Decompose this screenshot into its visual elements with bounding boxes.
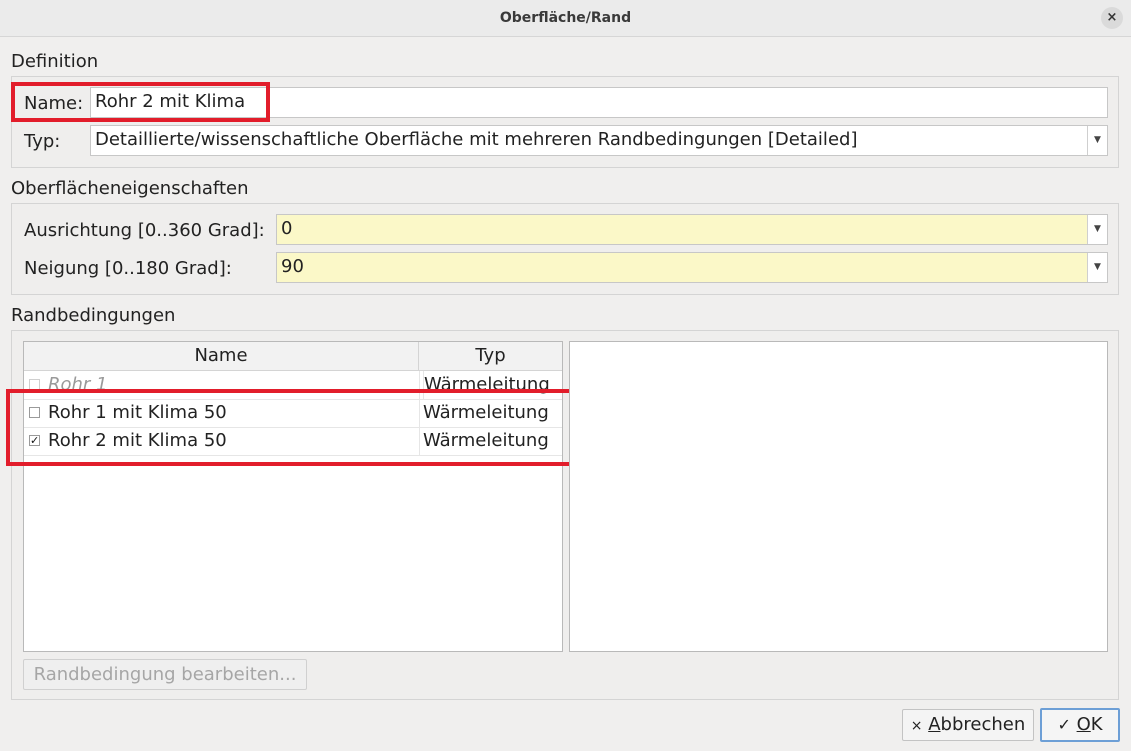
- x-icon: ×: [910, 718, 923, 734]
- highlight-rows-box: [6, 389, 574, 466]
- chevron-down-icon[interactable]: ▼: [1087, 126, 1107, 155]
- chevron-down-icon[interactable]: ▼: [1087, 253, 1107, 282]
- ausrichtung-combo[interactable]: 0 ▼: [276, 214, 1108, 245]
- neigung-label: Neigung [0..180 Grad]:: [24, 258, 232, 279]
- window-title: Oberfläche/Rand: [499, 10, 632, 26]
- typ-select[interactable]: Detaillierte/wissenschaftliche Oberfläch…: [90, 125, 1108, 156]
- table-header: Name Typ: [24, 342, 562, 371]
- edit-boundary-button[interactable]: Randbedingung bearbeiten...: [23, 659, 307, 690]
- ok-mnemonic: O: [1076, 714, 1091, 735]
- highlight-name-box: [11, 82, 270, 122]
- typ-label: Typ:: [24, 131, 61, 152]
- typ-select-value: Detaillierte/wissenschaftliche Oberfläch…: [95, 129, 858, 150]
- ausrichtung-label: Ausrichtung [0..360 Grad]:: [24, 220, 265, 241]
- boundary-table[interactable]: Name Typ Rohr 1 Wärmeleitung Rohr 1 mit …: [23, 341, 563, 652]
- cancel-button[interactable]: × Abbrechen: [902, 709, 1034, 741]
- column-header-typ[interactable]: Typ: [419, 342, 562, 370]
- ausrichtung-value: 0: [281, 218, 293, 239]
- definition-section-title: Definition: [11, 51, 99, 72]
- chevron-down-icon[interactable]: ▼: [1087, 215, 1107, 244]
- ok-label: K: [1090, 714, 1103, 735]
- cancel-mnemonic: A: [928, 714, 941, 735]
- column-header-name[interactable]: Name: [24, 342, 419, 370]
- check-icon: ✓: [1057, 715, 1071, 734]
- boundary-section-title: Randbedingungen: [11, 305, 176, 326]
- properties-section-title: Oberflächeneigenschaften: [11, 178, 249, 199]
- neigung-combo[interactable]: 90 ▼: [276, 252, 1108, 283]
- ok-button[interactable]: ✓ OK: [1040, 708, 1120, 742]
- close-icon[interactable]: ×: [1101, 7, 1123, 29]
- boundary-detail-panel: [569, 341, 1108, 652]
- neigung-value: 90: [281, 256, 304, 277]
- title-bar: Oberfläche/Rand ×: [0, 0, 1131, 37]
- cancel-label: bbrechen: [940, 714, 1026, 735]
